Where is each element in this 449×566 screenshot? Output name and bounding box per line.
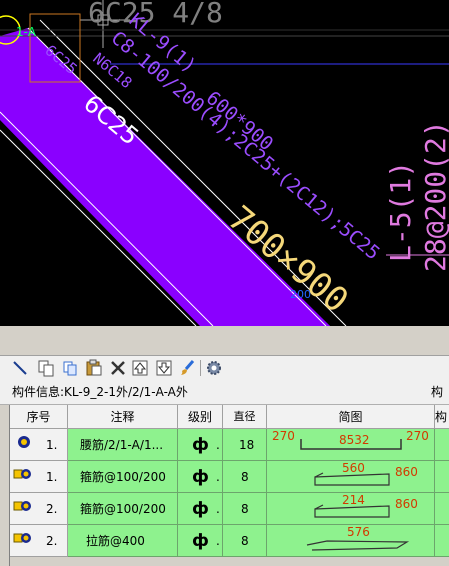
- row-shape: 214 860: [267, 493, 435, 525]
- row-extra[interactable]: [435, 493, 449, 525]
- row-extra[interactable]: [435, 525, 449, 557]
- component-info-right: 构: [431, 385, 444, 399]
- side-label-2: 28@200(2): [419, 120, 449, 272]
- row-grade[interactable]: ф.: [178, 461, 223, 493]
- table-row[interactable]: 1. 腰筋/2/1-A/1... ф. 18 270 8532 270: [10, 429, 449, 461]
- row-shape: 576: [267, 525, 435, 557]
- axis-label: 1-A: [16, 25, 37, 39]
- row-grade[interactable]: ф.: [178, 525, 223, 557]
- move-up-icon[interactable]: [131, 359, 149, 377]
- toolbar-separator: [200, 360, 201, 376]
- row-note[interactable]: 箍筋@100/200: [68, 493, 178, 525]
- small-number: 200: [290, 288, 311, 301]
- row-diameter[interactable]: 18: [223, 429, 267, 461]
- row-index[interactable]: 2.: [10, 493, 68, 525]
- header-grade[interactable]: 级别: [178, 405, 223, 429]
- row-diameter[interactable]: 8: [223, 493, 267, 525]
- settings-icon[interactable]: [205, 359, 223, 377]
- brush-icon[interactable]: [178, 359, 196, 377]
- rebar-table: 序号 注释 级别 直径mm 简图 构 1. 腰筋/2/1-A/1... ф. 1…: [9, 405, 449, 566]
- table-row[interactable]: 1. 箍筋@100/200 ф. 8 560 860: [10, 461, 449, 493]
- panel-splitter[interactable]: [0, 326, 449, 355]
- paste-special-icon[interactable]: [85, 359, 103, 377]
- header-note[interactable]: 注释: [68, 405, 178, 429]
- stirrup-row-icon: [13, 469, 31, 479]
- cad-drawing-area[interactable]: 6C25 4/8 1-A KL-9(1) C8-100/200(4);2C25+…: [0, 0, 449, 326]
- toolbar: [0, 355, 449, 381]
- table-row[interactable]: 2. 箍筋@100/200 ф. 8 214 860: [10, 493, 449, 525]
- table-row[interactable]: 2. 拉筋@400 ф. 8 576: [10, 525, 449, 566]
- paste-icon[interactable]: [61, 359, 79, 377]
- row-index[interactable]: 1.: [10, 461, 68, 493]
- rebar-row-icon: [18, 436, 30, 448]
- row-shape: 270 8532 270: [267, 429, 435, 461]
- component-info-label: 构件信息:KL-9_2-1外/2/1-A-A外: [12, 385, 188, 399]
- stirrup-row-icon: [13, 501, 31, 511]
- component-info-bar: 构件信息:KL-9_2-1外/2/1-A-A外 构: [0, 380, 449, 405]
- side-label-1: L-5(1): [384, 161, 417, 262]
- row-diameter[interactable]: 8: [223, 461, 267, 493]
- row-index[interactable]: 2.: [10, 525, 68, 557]
- row-extra[interactable]: [435, 461, 449, 493]
- row-grade[interactable]: ф.: [178, 493, 223, 525]
- header-diameter[interactable]: 直径mm: [223, 405, 267, 447]
- header-index[interactable]: 序号: [10, 405, 68, 429]
- row-extra[interactable]: [435, 429, 449, 461]
- row-grade[interactable]: ф.: [178, 429, 223, 461]
- header-extra[interactable]: 构: [435, 405, 449, 429]
- row-shape: 560 860: [267, 461, 435, 493]
- header-shape[interactable]: 简图: [267, 405, 435, 429]
- row-note[interactable]: 腰筋/2/1-A/1...: [68, 429, 178, 461]
- row-index[interactable]: 1.: [10, 429, 68, 461]
- delete-icon[interactable]: [109, 359, 127, 377]
- copy-icon[interactable]: [37, 359, 55, 377]
- tie-row-icon: [13, 533, 31, 543]
- row-diameter[interactable]: 8: [223, 525, 267, 557]
- row-note[interactable]: 拉筋@400: [68, 525, 178, 557]
- draw-line-icon[interactable]: [11, 359, 29, 377]
- move-down-icon[interactable]: [155, 359, 173, 377]
- row-note[interactable]: 箍筋@100/200: [68, 461, 178, 493]
